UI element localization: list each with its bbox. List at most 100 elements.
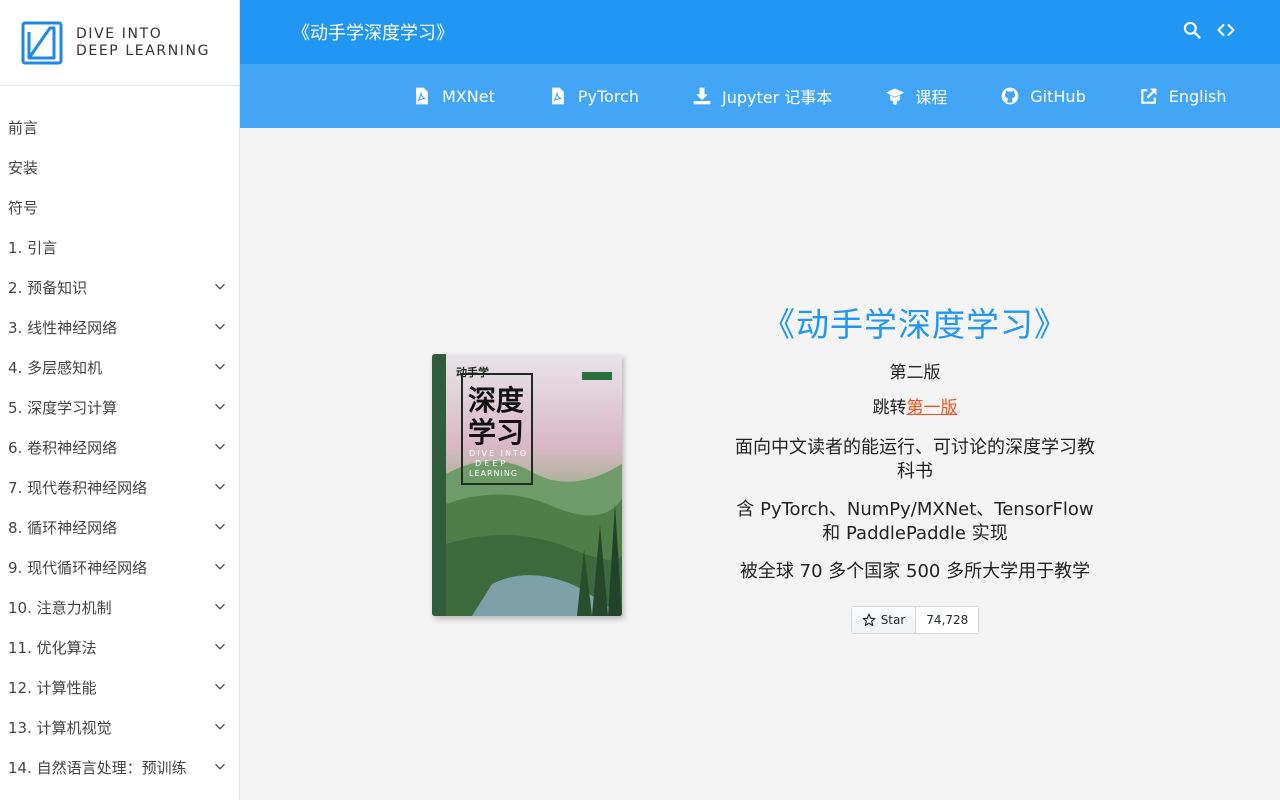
jump-line: 跳转第一版 [725, 393, 1105, 418]
book-title: 《动手学深度学习》 [762, 305, 1068, 344]
description-1: 面向中文读者的能运行、可讨论的深度学习教科书 [735, 437, 1095, 482]
chevron-down-icon[interactable] [213, 320, 227, 334]
chevron-down-icon[interactable] [213, 520, 227, 534]
chevron-down-icon[interactable] [213, 360, 227, 374]
description-2: 含 PyTorch、NumPy/MXNet、TensorFlow 和 Paddl… [736, 499, 1094, 544]
tab-label: Jupyter 记事本 [721, 88, 833, 107]
cover-title-2: 学习 [468, 416, 524, 449]
sidebar-item-label: 11. 优化算法 [8, 638, 97, 657]
logo-text: DIVE INTO DEEP LEARNING [76, 26, 210, 60]
sidebar-nav: 前言安装符号 1. 引言 2. 预备知识 3. 线性神经网络 4. 多层感知机 5. 深度… [0, 86, 239, 800]
chevron-down-icon[interactable] [213, 640, 227, 654]
chevron-down-icon[interactable] [213, 400, 227, 414]
sidebar-item-label: 前言 [8, 118, 39, 137]
book-logo-icon [21, 21, 63, 64]
sidebar-item-label: 3. 线性神经网络 [8, 318, 118, 337]
chevron-down-icon[interactable] [213, 680, 227, 694]
tab-github[interactable]: GitHub [1000, 86, 1086, 106]
tab-mxnet[interactable]: MXNet [412, 86, 495, 106]
sidebar-item-label: 15. 自然语言处理：应用 [8, 797, 172, 800]
sidebar-item-label: 8. 循环神经网络 [8, 518, 118, 537]
sidebar-item[interactable]: 11. 优化算法 [0, 627, 239, 667]
sidebar-item[interactable]: 7. 现代卷积神经网络 [0, 467, 239, 507]
tab-label: GitHub [1030, 86, 1086, 106]
tab-english[interactable]: English [1139, 86, 1227, 106]
tab-label: PyTorch [577, 86, 639, 106]
graduation-cap-icon [886, 88, 905, 105]
chevron-down-icon[interactable] [213, 720, 227, 734]
sidebar-item[interactable]: 符号 [0, 187, 239, 227]
cover-en-1: DIVE INTO [469, 449, 528, 458]
sidebar-item-label: 14. 自然语言处理：预训练 [8, 758, 187, 777]
book-info: 《动手学深度学习》 第二版 跳转第一版 面向中文读者的能运行、可讨论的深度学习教… [725, 298, 1105, 634]
main-content: 动手学 深度 学习 DIVE INTO DEEP LEARNING 《动手学深度… [240, 128, 1280, 800]
tab-label: English [1168, 86, 1227, 106]
description-3: 被全球 70 多个国家 500 多所大学用于教学 [739, 561, 1091, 582]
cover-en-3: LEARNING [469, 469, 518, 478]
star-count[interactable]: 74,728 [916, 607, 979, 633]
sidebar-item[interactable]: 5. 深度学习计算 [0, 387, 239, 427]
sidebar-item[interactable]: 前言 [0, 107, 239, 147]
sidebar: DIVE INTO DEEP LEARNING 前言安装符号 1. 引言 2. 预备… [0, 0, 240, 800]
sidebar-item-label: 10. 注意力机制 [8, 598, 112, 617]
sidebar-item-label: 2. 预备知识 [8, 278, 88, 297]
sidebar-item-label: 12. 计算性能 [8, 678, 97, 697]
sidebar-item-label: 6. 卷积神经网络 [8, 438, 118, 457]
edition-label: 第二版 [889, 363, 941, 383]
cover-title-1: 深度 [468, 384, 524, 417]
github-star-button[interactable]: Star [851, 607, 917, 633]
sidebar-item[interactable]: 1. 引言 [0, 227, 239, 267]
header-title[interactable]: 《动手学深度学习》 [292, 19, 454, 45]
sidebar-item-label: 7. 现代卷积神经网络 [8, 478, 148, 497]
external-link-icon [1140, 88, 1157, 104]
chevron-down-icon[interactable] [213, 560, 227, 574]
star-icon [862, 613, 876, 627]
chevron-down-icon[interactable] [213, 440, 227, 454]
sidebar-item-label: 安装 [8, 158, 39, 177]
download-icon [693, 87, 711, 105]
star-label: Star [880, 613, 906, 627]
sidebar-item[interactable]: 8. 循环神经网络 [0, 507, 239, 547]
first-edition-link[interactable]: 第一版 [907, 398, 958, 418]
sidebar-item-label: 1. 引言 [8, 238, 58, 257]
logo-line-1: DIVE INTO [76, 25, 163, 42]
tab-label: 课程 [915, 88, 948, 107]
tab-jupyter[interactable]: Jupyter 记事本 [692, 84, 832, 108]
sidebar-item[interactable]: 4. 多层感知机 [0, 347, 239, 387]
tab-courses[interactable]: 课程 [885, 84, 947, 108]
search-icon[interactable] [1182, 20, 1202, 44]
pdf-icon [416, 87, 428, 105]
header-tabs: MXNet PyTorch Jupyter 记事本 课程 GitHub Engl… [240, 64, 1280, 128]
sidebar-item[interactable]: 安装 [0, 147, 239, 187]
sidebar-item[interactable]: 13. 计算机视觉 [0, 707, 239, 747]
chevron-down-icon[interactable] [213, 760, 227, 774]
jump-prefix: 跳转 [872, 398, 907, 418]
sidebar-item-label: 4. 多层感知机 [8, 358, 103, 377]
logo-line-2: DEEP LEARNING [76, 42, 211, 59]
cover-title-top: 动手学 [456, 365, 489, 379]
sidebar-item[interactable]: 12. 计算性能 [0, 667, 239, 707]
sidebar-item[interactable]: 6. 卷积神经网络 [0, 427, 239, 467]
sidebar-item-label: 符号 [8, 198, 39, 217]
github-star-widget: Star 74,728 [850, 606, 980, 634]
sidebar-item[interactable]: 14. 自然语言处理：预训练 [0, 747, 239, 787]
code-icon[interactable] [1216, 20, 1236, 44]
tab-label: MXNet [442, 86, 495, 106]
chevron-down-icon[interactable] [213, 280, 227, 294]
cover-en-2: DEEP [475, 459, 508, 468]
sidebar-item-label: 13. 计算机视觉 [8, 718, 112, 737]
top-header: 《动手学深度学习》 [240, 0, 1280, 64]
pdf-icon [552, 87, 564, 105]
sidebar-item-label: 9. 现代循环神经网络 [8, 558, 148, 577]
sidebar-item[interactable]: 10. 注意力机制 [0, 587, 239, 627]
sidebar-item[interactable]: 15. 自然语言处理：应用 [0, 787, 239, 800]
sidebar-item[interactable]: 2. 预备知识 [0, 267, 239, 307]
site-logo[interactable]: DIVE INTO DEEP LEARNING [0, 0, 239, 86]
chevron-down-icon[interactable] [213, 480, 227, 494]
sidebar-item-label: 5. 深度学习计算 [8, 398, 118, 417]
sidebar-item[interactable]: 9. 现代循环神经网络 [0, 547, 239, 587]
sidebar-item[interactable]: 3. 线性神经网络 [0, 307, 239, 347]
book-cover-image: 动手学 深度 学习 DIVE INTO DEEP LEARNING [432, 354, 622, 616]
tab-pytorch[interactable]: PyTorch [548, 86, 639, 106]
chevron-down-icon[interactable] [213, 600, 227, 614]
